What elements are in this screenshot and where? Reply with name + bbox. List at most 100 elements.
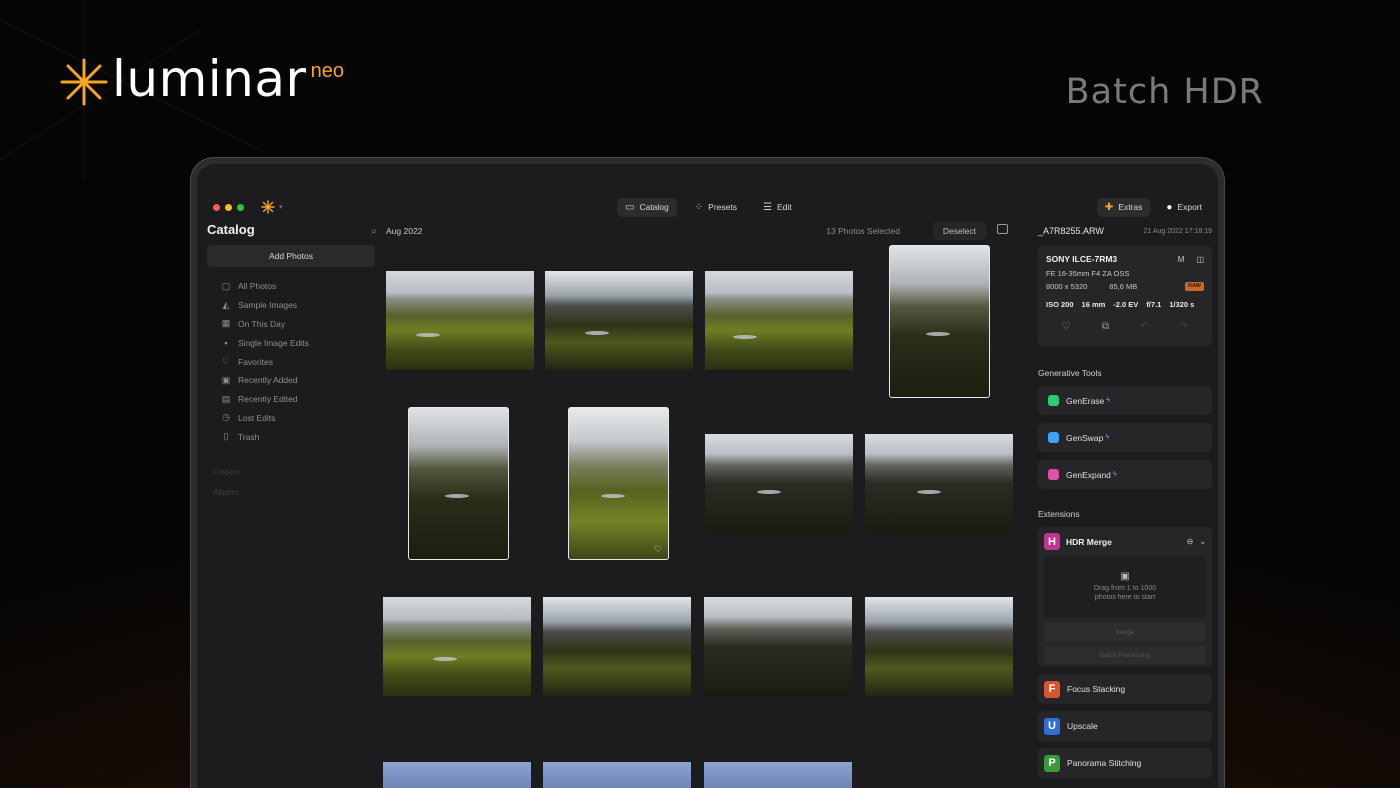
- catalog-sidebar: Catalog ⌕ Add Photos ▢ All Photos ◭ Sample…: [197, 222, 377, 788]
- minimize-window-button[interactable]: [225, 203, 232, 211]
- extension-label: Focus Stacking: [1067, 684, 1126, 694]
- raw-badge: RAW: [1185, 282, 1204, 291]
- brand-suffix: neo: [310, 60, 344, 82]
- merge-button[interactable]: Merge: [1044, 623, 1206, 641]
- exposure-value: -2.0 EV: [1113, 300, 1139, 309]
- panorama-stitching-icon: P: [1044, 754, 1060, 772]
- photo-thumbnail[interactable]: [543, 597, 691, 696]
- chevron-down-icon[interactable]: ▾: [279, 203, 283, 211]
- shutter-speed: 1/320 s: [1169, 300, 1195, 309]
- share-icon[interactable]: ⧉: [1102, 321, 1109, 332]
- tool-label: GenErase: [1066, 395, 1105, 406]
- photo-thumbnail[interactable]: [705, 434, 853, 533]
- app-menu-icon[interactable]: [261, 200, 275, 214]
- drop-text-line-1: Drag from 1 to 1000: [1093, 585, 1157, 592]
- tab-edit-label: Edit: [776, 202, 792, 212]
- upscale-icon: U: [1044, 717, 1060, 735]
- photo-thumbnail-selected[interactable]: [408, 407, 509, 560]
- sidebar-item-on-this-day[interactable]: ▦ On This Day: [207, 315, 375, 334]
- puzzle-icon: ✚: [1104, 201, 1114, 213]
- photo-thumbnail-selected[interactable]: [889, 245, 990, 398]
- drop-text-line-2: photos here to start: [1094, 594, 1156, 601]
- sidebar-item-label: Recently Added: [238, 375, 298, 386]
- minus-circle-icon[interactable]: ⊖: [1187, 537, 1194, 546]
- genswap-button[interactable]: GenSwap ϟ: [1038, 423, 1212, 452]
- tab-catalog[interactable]: ▭ Catalog: [617, 197, 677, 217]
- hdr-merge-label: HDR Merge: [1066, 536, 1112, 547]
- laptop-frame: ▾ ▭ Catalog ⁘ Presets ☰ Edit ✚ Extras ● …: [190, 157, 1225, 788]
- search-icon[interactable]: ⌕: [371, 226, 377, 237]
- sidebar-item-label: On This Day: [238, 318, 286, 329]
- grid-icon: ▪: [224, 337, 228, 348]
- sidebar-title: Catalog: [207, 222, 255, 237]
- hdr-merge-icon: H: [1044, 533, 1060, 550]
- sidebar-item-single-image-edits[interactable]: ▪ Single Image Edits: [207, 333, 375, 352]
- focus-stacking-icon: F: [1044, 680, 1060, 698]
- generative-tools-title: Generative Tools: [1038, 368, 1102, 378]
- sidebar-item-recently-added[interactable]: ▣ Recently Added: [207, 371, 375, 390]
- heart-icon: ♡: [221, 356, 231, 367]
- photo-stack-icon: ▢: [221, 280, 231, 291]
- photo-thumbnail[interactable]: [386, 271, 534, 370]
- extension-label: Upscale: [1067, 721, 1098, 731]
- camera-model: SONY ILCE-7RM3: [1046, 254, 1118, 264]
- file-date: 21 Aug 2022 17:18:19: [1143, 227, 1212, 235]
- genexpand-button[interactable]: GenExpand ϟ: [1038, 460, 1212, 489]
- export-button[interactable]: ● Export: [1158, 198, 1210, 217]
- photo-thumbnail[interactable]: [865, 597, 1013, 696]
- photo-thumbnail[interactable]: [865, 434, 1013, 533]
- resolution: 8000 x 5320: [1046, 282, 1088, 291]
- extras-button[interactable]: ✚ Extras: [1096, 197, 1151, 217]
- undo-icon[interactable]: ↶: [1140, 321, 1148, 332]
- sidebar-item-favorites[interactable]: ♡ Favorites: [207, 352, 375, 371]
- add-photos-button[interactable]: Add Photos: [207, 245, 375, 267]
- toggle-panel-icon[interactable]: [997, 224, 1008, 234]
- shooting-mode: M: [1177, 254, 1185, 264]
- sidebar-item-lost-edits[interactable]: ◷ Lost Edits: [207, 409, 375, 428]
- panorama-stitching-extension[interactable]: P Panorama Stitching: [1038, 748, 1212, 778]
- photo-thumbnail[interactable]: [543, 762, 691, 788]
- extensions-title: Extensions: [1038, 509, 1080, 519]
- tab-edit[interactable]: ☰ Edit: [755, 198, 800, 217]
- window-controls: [213, 203, 244, 211]
- zoom-window-button[interactable]: [237, 203, 244, 211]
- photo-thumbnail[interactable]: [545, 271, 693, 370]
- hdr-drop-zone[interactable]: ▣ Drag from 1 to 1000 photos here to sta…: [1044, 556, 1206, 618]
- photo-thumbnail[interactable]: [705, 271, 853, 370]
- redo-icon[interactable]: ↷: [1180, 321, 1188, 332]
- sidebar-item-label: Single Image Edits: [238, 337, 309, 348]
- extras-label: Extras: [1118, 202, 1143, 212]
- sidebar-item-recently-edited[interactable]: ▤ Recently Edited: [207, 390, 375, 409]
- heart-icon[interactable]: ♡: [654, 544, 662, 555]
- sidebar-section-albums[interactable]: Albums: [207, 482, 375, 502]
- sidebar-item-trash[interactable]: ▯ Trash: [207, 427, 375, 446]
- aperture-value: f/7.1: [1146, 300, 1162, 309]
- file-size: 85,6 MB: [1109, 282, 1138, 291]
- heart-icon[interactable]: ♡: [1062, 321, 1071, 332]
- metadata-card: SONY ILCE-7RM3 M ◫ FE 16-35mm F4 ZA OSS …: [1038, 246, 1212, 346]
- file-name: _A7R8255.ARW: [1038, 226, 1104, 236]
- tool-label: GenSwap: [1066, 432, 1104, 443]
- deselect-button[interactable]: Deselect: [932, 222, 986, 240]
- sidebar-item-label: Trash: [238, 431, 260, 442]
- sidebar-list: ▢ All Photos ◭ Sample Images ▦ On This Day …: [207, 277, 375, 446]
- sliders-icon: ☰: [762, 201, 772, 213]
- focus-stacking-extension[interactable]: F Focus Stacking: [1038, 674, 1212, 704]
- lens-model: FE 16-35mm F4 ZA OSS: [1046, 269, 1130, 278]
- photo-thumbnail[interactable]: [383, 762, 531, 788]
- photo-thumbnail-selected[interactable]: ♡: [568, 407, 669, 560]
- date-group-label: Aug 2022: [386, 226, 423, 236]
- photo-thumbnail[interactable]: [383, 597, 531, 696]
- sidebar-item-all-photos[interactable]: ▢ All Photos: [207, 277, 375, 296]
- chevron-down-icon[interactable]: ⌄: [1199, 537, 1206, 546]
- upscale-extension[interactable]: U Upscale: [1038, 711, 1212, 741]
- photo-thumbnail[interactable]: [704, 597, 852, 696]
- tab-presets[interactable]: ⁘ Presets: [687, 198, 745, 217]
- sidebar-section-folders[interactable]: Folders: [207, 462, 375, 482]
- generase-button[interactable]: GenErase ϟ: [1038, 386, 1212, 415]
- brand-name: luminar: [112, 50, 307, 108]
- sidebar-item-sample-images[interactable]: ◭ Sample Images: [207, 296, 375, 315]
- photo-thumbnail[interactable]: [704, 762, 852, 788]
- batch-processing-button[interactable]: Batch Processing: [1044, 646, 1206, 664]
- close-window-button[interactable]: [213, 203, 220, 211]
